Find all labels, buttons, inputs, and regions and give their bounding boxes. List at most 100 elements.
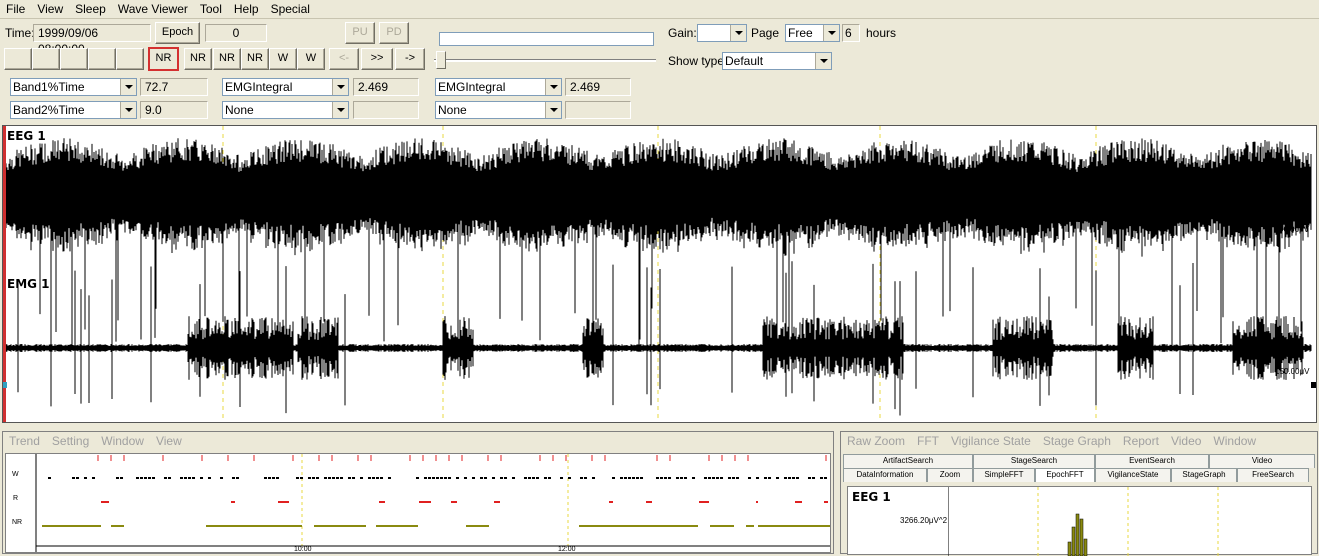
stage-nr-button-3[interactable]: NR: [213, 48, 241, 70]
epoch-field[interactable]: 0: [205, 24, 267, 42]
blank-button-1[interactable]: [4, 48, 32, 70]
fft-panel[interactable]: EEG 1 3266.20μV^2: [847, 486, 1312, 556]
stage-label-w: W: [12, 471, 19, 478]
stage-w-mark: [768, 477, 771, 479]
stage-w-mark: [388, 477, 391, 479]
analysis-menu-raw-zoom[interactable]: Raw Zoom: [841, 434, 911, 448]
analysis-menu-report[interactable]: Report: [1117, 434, 1165, 448]
stage-w-mark: [268, 477, 271, 479]
stage-nr-button-2[interactable]: NR: [184, 48, 212, 70]
page-number-field[interactable]: 6: [842, 24, 860, 42]
measure-select-r1-c3[interactable]: EMGIntegral: [435, 78, 562, 96]
emg-scale-label: 150.00μV: [1275, 367, 1310, 376]
stage-w-mark: [620, 477, 623, 479]
trend-menu-trend[interactable]: Trend: [3, 434, 46, 448]
position-slider-track[interactable]: [434, 59, 656, 62]
next-button[interactable]: ->: [395, 48, 425, 70]
stage-w-button-1[interactable]: W: [269, 48, 297, 70]
trend-menu-view[interactable]: View: [150, 434, 188, 448]
stage-w-mark: [624, 477, 627, 479]
measure-select-r1-c1[interactable]: Band1%Time: [10, 78, 137, 96]
stage-w-mark: [820, 477, 823, 479]
menu-help[interactable]: Help: [228, 0, 265, 18]
tab-row-bottom: DataInformation Zoom SimpleFFT EpochFFT …: [843, 468, 1317, 482]
tab-vigilance-state[interactable]: VigilanceState: [1095, 468, 1171, 482]
analysis-pane: Raw Zoom FFT Vigilance State Stage Graph…: [840, 431, 1318, 556]
tab-data-information[interactable]: DataInformation: [843, 468, 927, 482]
stage-w-mark: [544, 477, 547, 479]
gain-select[interactable]: [697, 24, 747, 42]
stage-w-mark: [692, 477, 695, 479]
menu-tool[interactable]: Tool: [194, 0, 228, 18]
blank-button-3[interactable]: [60, 48, 88, 70]
stage-w-mark: [276, 477, 279, 479]
stage-w-mark: [792, 477, 795, 479]
stage-w-mark: [140, 477, 143, 479]
menu-wave-viewer[interactable]: Wave Viewer: [112, 0, 194, 18]
hypnogram-area[interactable]: W R NR 10:00 12:00: [5, 453, 831, 553]
tab-epoch-fft[interactable]: EpochFFT: [1035, 468, 1095, 482]
pd-button[interactable]: PD: [379, 22, 409, 44]
stage-nr-button-4[interactable]: NR: [241, 48, 269, 70]
analysis-menu-stage-graph[interactable]: Stage Graph: [1037, 434, 1117, 448]
stage-w-mark: [532, 477, 535, 479]
pu-button[interactable]: PU: [345, 22, 375, 44]
measure-select-r2-c3[interactable]: None: [435, 101, 562, 119]
waveform-canvas[interactable]: [3, 126, 1316, 422]
stage-w-mark: [188, 477, 191, 479]
trend-menu-setting[interactable]: Setting: [46, 434, 95, 448]
blank-button-5[interactable]: [116, 48, 144, 70]
stage-w-mark: [152, 477, 155, 479]
waveform-viewer[interactable]: EEG 1 00.00μV EMG 1 150.00μV: [2, 125, 1317, 423]
stage-w-button-2[interactable]: W: [297, 48, 325, 70]
tab-artifact-search[interactable]: ArtifactSearch: [843, 454, 973, 468]
analysis-menu-fft[interactable]: FFT: [911, 434, 945, 448]
tab-video[interactable]: Video: [1209, 454, 1315, 468]
page-select[interactable]: Free: [785, 24, 840, 42]
trend-menu-window[interactable]: Window: [95, 434, 150, 448]
menu-sleep[interactable]: Sleep: [69, 0, 112, 18]
cursor-marker[interactable]: [3, 126, 6, 422]
stage-w-mark: [136, 477, 139, 479]
stage-label-nr: NR: [12, 519, 23, 526]
stage-nr-button-selected[interactable]: NR: [148, 47, 179, 71]
stage-r-mark: [379, 501, 385, 503]
chevron-down-icon: [332, 102, 348, 118]
analysis-menu-vigilance[interactable]: Vigilance State: [945, 434, 1037, 448]
chevron-down-icon: [730, 25, 746, 41]
blank-button-4[interactable]: [88, 48, 116, 70]
hypnogram-canvas[interactable]: [6, 454, 830, 552]
stage-w-mark: [296, 477, 299, 479]
tab-simple-fft[interactable]: SimpleFFT: [973, 468, 1035, 482]
position-slider-thumb[interactable]: [436, 51, 446, 69]
stage-nr-mark: [466, 525, 489, 527]
tab-zoom[interactable]: Zoom: [927, 468, 973, 482]
measure-select-r2-c1[interactable]: Band2%Time: [10, 101, 137, 119]
analysis-menu-window[interactable]: Window: [1207, 434, 1262, 448]
measure-select-r2-c2[interactable]: None: [222, 101, 349, 119]
prev-button[interactable]: <-: [329, 48, 359, 70]
stage-w-mark: [580, 477, 583, 479]
show-type-select[interactable]: Default: [722, 52, 832, 70]
measure-select-r1-c2[interactable]: EMGIntegral: [222, 78, 349, 96]
show-type-label: Show type:: [668, 54, 728, 68]
stage-w-mark: [756, 477, 759, 479]
right-handle[interactable]: [1311, 382, 1316, 388]
menu-view[interactable]: View: [31, 0, 69, 18]
stage-w-mark: [680, 477, 683, 479]
eeg-channel-label: EEG 1: [7, 129, 46, 143]
fft-bar: [1079, 518, 1084, 556]
tab-event-search[interactable]: EventSearch: [1095, 454, 1209, 468]
blank-button-2[interactable]: [32, 48, 60, 70]
fast-forward-button[interactable]: >>: [361, 48, 393, 70]
stage-w-mark: [180, 477, 183, 479]
stage-w-mark: [380, 477, 383, 479]
epoch-button[interactable]: Epoch: [155, 22, 200, 44]
menu-file[interactable]: File: [0, 0, 31, 18]
analysis-menu-video[interactable]: Video: [1165, 434, 1207, 448]
left-handle[interactable]: [3, 382, 7, 388]
tab-stage-search[interactable]: StageSearch: [973, 454, 1095, 468]
tab-stage-graph[interactable]: StageGraph: [1171, 468, 1237, 482]
tab-free-search[interactable]: FreeSearch: [1237, 468, 1309, 482]
menu-special[interactable]: Special: [265, 0, 316, 18]
